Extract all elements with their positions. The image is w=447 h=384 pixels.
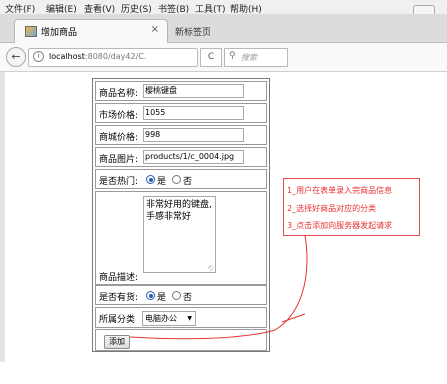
annotation-line-3: 3_点击添加向服务器发起请求 <box>287 221 393 230</box>
back-arrow-icon[interactable]: ← <box>6 47 26 67</box>
row-market-price: 市场价格: 1055 <box>95 103 267 123</box>
url-path: :8080/day42/C. <box>84 52 147 61</box>
page-favicon-icon <box>25 26 37 37</box>
tab-close-icon[interactable]: × <box>151 24 159 35</box>
tab-strip: 增加商品 × 新标签页 <box>0 14 447 43</box>
tab-new-tab[interactable]: 新标签页 <box>175 25 211 38</box>
hot-no-radio[interactable] <box>172 175 181 184</box>
hot-yes-label: 是 <box>157 177 167 187</box>
menu-bar: 文件(F) 编辑(E) 查看(V) 历史(S) 书签(B) 工具(T) 帮助(H… <box>0 0 447 17</box>
tab-title: 增加商品 <box>41 28 78 38</box>
hot-label: 是否热门: <box>99 177 139 187</box>
desc-label: 商品描述: <box>99 273 139 283</box>
add-product-form: 商品名称: 樱桃键盘 市场价格: 1055 商城价格: 998 商品图片: pr… <box>92 78 270 352</box>
category-label: 所属分类 <box>99 315 136 325</box>
stock-yes-radio[interactable] <box>146 291 155 300</box>
market-price-label: 市场价格: <box>99 111 139 121</box>
page-bottom <box>0 362 447 384</box>
search-icon: ⚲ <box>229 51 236 61</box>
tab-add-product[interactable]: 增加商品 × <box>14 19 168 43</box>
annotation-callout: 1_用户在表单录入完商品信息 2_选择好商品对应的分类 3_点击添加向服务器发起… <box>283 178 420 236</box>
add-button[interactable]: 添加 <box>104 335 130 349</box>
row-category: 所属分类 电脑办公 ▼ <box>95 307 267 328</box>
annotation-line-1: 1_用户在表单录入完商品信息 <box>287 186 393 195</box>
hot-no-label: 否 <box>183 177 193 187</box>
url-text: localhost:8080/day42/C. <box>49 52 146 61</box>
row-in-stock: 是否有货: 是 否 <box>95 285 267 305</box>
search-input[interactable]: ⚲ 搜索 <box>224 48 288 67</box>
url-bar[interactable]: i localhost:8080/day42/C. <box>28 48 198 67</box>
stock-no-label: 否 <box>183 293 193 303</box>
description-value: 非常好用的键盘,手感非常好 <box>146 200 212 222</box>
row-product-image: 商品图片: products/1/c_0004.jpg <box>95 147 267 167</box>
reload-icon[interactable]: C <box>200 48 222 67</box>
row-submit: 添加 <box>95 329 267 351</box>
row-product-name: 商品名称: 樱桃键盘 <box>95 81 267 101</box>
left-edge <box>0 72 5 362</box>
row-description: 非常好用的键盘,手感非常好 商品描述: <box>95 191 267 285</box>
shop-price-label: 商城价格: <box>99 133 139 143</box>
chevron-down-icon: ▼ <box>187 315 192 322</box>
info-icon[interactable]: i <box>33 51 44 62</box>
stock-no-radio[interactable] <box>172 291 181 300</box>
description-textarea[interactable]: 非常好用的键盘,手感非常好 <box>143 196 216 273</box>
navigation-bar: ← i localhost:8080/day42/C. C ⚲ 搜索 <box>0 43 447 72</box>
row-is-hot: 是否热门: 是 否 <box>95 169 267 189</box>
name-label: 商品名称: <box>99 89 139 99</box>
image-label: 商品图片: <box>99 155 139 165</box>
product-image-input[interactable]: products/1/c_0004.jpg <box>143 150 244 164</box>
row-shop-price: 商城价格: 998 <box>95 125 267 145</box>
resize-grip-icon[interactable] <box>208 265 214 271</box>
url-host: localhost <box>49 52 85 61</box>
category-value: 电脑办公 <box>145 314 177 323</box>
hot-yes-radio[interactable] <box>146 175 155 184</box>
search-placeholder: 搜索 <box>241 53 257 62</box>
annotation-line-2: 2_选择好商品对应的分类 <box>287 204 377 213</box>
shop-price-input[interactable]: 998 <box>143 128 244 142</box>
stock-yes-label: 是 <box>157 293 167 303</box>
category-select[interactable]: 电脑办公 ▼ <box>142 311 196 326</box>
stock-label: 是否有货: <box>99 293 139 303</box>
product-name-input[interactable]: 樱桃键盘 <box>143 84 244 98</box>
market-price-input[interactable]: 1055 <box>143 106 244 120</box>
